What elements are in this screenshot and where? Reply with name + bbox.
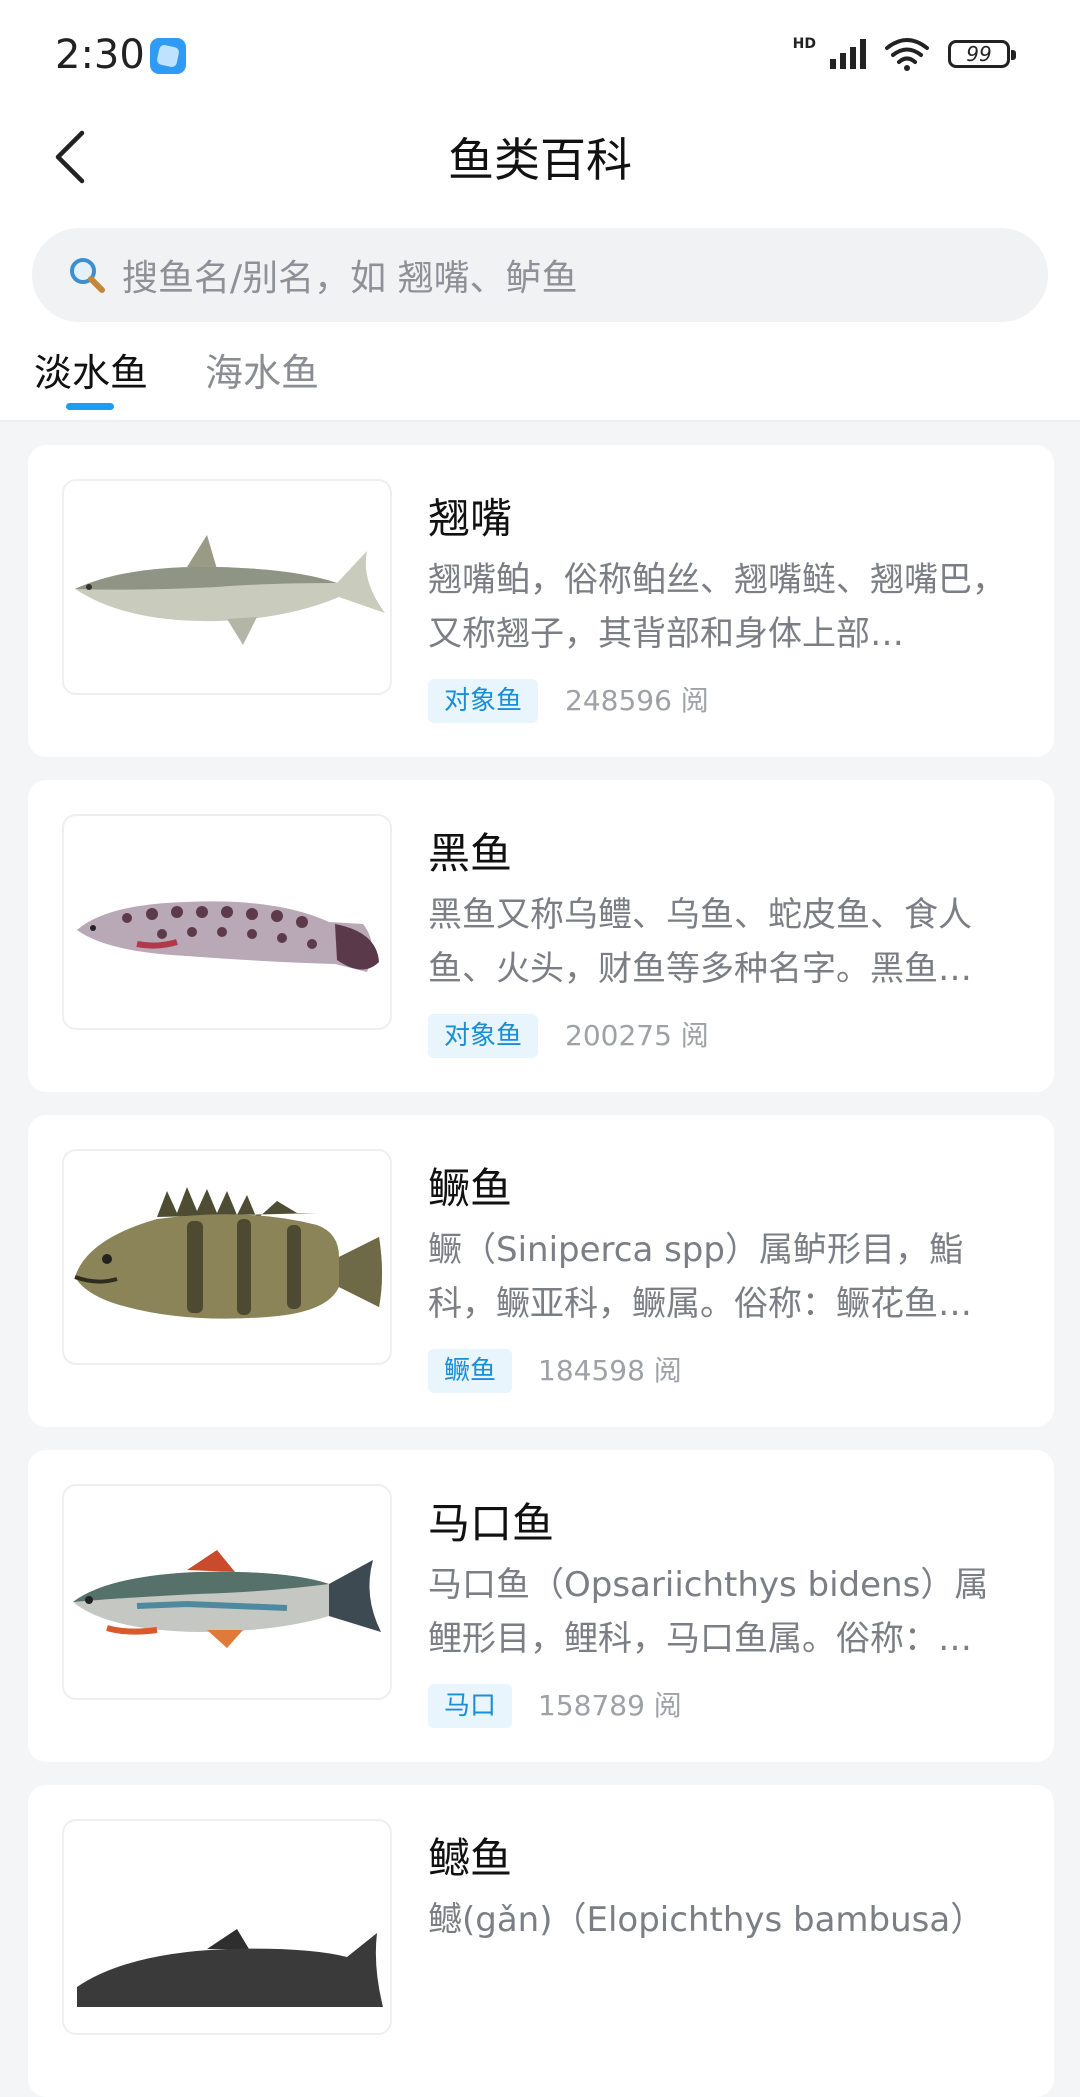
- read-count: 248596 阅: [565, 684, 709, 717]
- fish-image: [62, 1149, 392, 1365]
- status-bar: 2:30 HD 99: [0, 0, 1080, 110]
- chevron-left-icon: [55, 130, 85, 184]
- network-label: HD: [792, 36, 816, 52]
- fish-description: 鳡(gǎn)（Elopichthys bambusa）: [428, 1900, 985, 1940]
- app-header: 鱼类百科: [0, 110, 1080, 210]
- fish-name: 鳜鱼: [428, 1164, 513, 1213]
- read-count: 158789 阅: [538, 1689, 682, 1722]
- search-input[interactable]: 搜鱼名/别名，如 翘嘴、鲈鱼: [32, 228, 1048, 322]
- fish-card[interactable]: 马口鱼 马口鱼（Opsariichthys bidens）属鲤形目，鲤科，马口鱼…: [28, 1450, 1054, 1762]
- fish-description: 马口鱼（Opsariichthys bidens）属鲤形目，鲤科，马口鱼属。俗称…: [428, 1565, 989, 1659]
- divider: [0, 420, 1080, 422]
- fish-image: [62, 1819, 392, 2035]
- wifi-icon: [885, 38, 929, 71]
- fish-card[interactable]: 鳡鱼 鳡(gǎn)（Elopichthys bambusa）: [28, 1785, 1054, 2097]
- fish-card[interactable]: 鳜鱼 鳜（Siniperca spp）属鲈形目，鮨科，鳜亚科，鳜属。俗称：鳜花鱼…: [28, 1115, 1054, 1427]
- search-placeholder: 搜鱼名/别名，如 翘嘴、鲈鱼: [122, 258, 578, 299]
- search-icon: [66, 254, 108, 296]
- fish-card[interactable]: 翘嘴 翘嘴鲌，俗称鲌丝、翘嘴鲢、翘嘴巴，又称翘子，其背部和身体上部… 对象鱼 2…: [28, 445, 1054, 757]
- fish-tag: 马口: [428, 1684, 513, 1728]
- signal-icon: [830, 39, 866, 69]
- fish-image: [62, 1484, 392, 1700]
- fish-tag: 对象鱼: [428, 1014, 539, 1058]
- fish-description: 翘嘴鲌，俗称鲌丝、翘嘴鲢、翘嘴巴，又称翘子，其背部和身体上部…: [428, 560, 1006, 654]
- fish-name: 翘嘴: [428, 494, 513, 543]
- status-icons: HD 99: [792, 36, 1016, 72]
- status-time: 2:30: [55, 32, 145, 78]
- fish-description: 鳜（Siniperca spp）属鲈形目，鮨科，鳜亚科，鳜属。俗称：鳜花鱼…: [428, 1230, 972, 1324]
- tab-freshwater[interactable]: 淡水鱼: [34, 345, 148, 405]
- fish-name: 马口鱼: [428, 1499, 555, 1548]
- fish-tag: 鳜鱼: [428, 1349, 513, 1393]
- back-button[interactable]: [40, 122, 100, 192]
- category-tabs: 淡水鱼 海水鱼: [0, 345, 1080, 420]
- read-count: 200275 阅: [565, 1019, 709, 1052]
- active-tab-indicator: [66, 403, 114, 410]
- fish-name: 鳡鱼: [428, 1834, 513, 1883]
- battery-icon: 99: [948, 40, 1016, 68]
- read-count: 184598 阅: [538, 1354, 682, 1387]
- tab-saltwater[interactable]: 海水鱼: [205, 345, 319, 405]
- fish-card[interactable]: 黑鱼 黑鱼又称乌鳢、乌鱼、蛇皮鱼、食人鱼、火头，财鱼等多种名字。黑鱼… 对象鱼 …: [28, 780, 1054, 1092]
- fish-tag: 对象鱼: [428, 679, 539, 723]
- fish-name: 黑鱼: [428, 829, 513, 878]
- fish-image: [62, 814, 392, 1030]
- page-title: 鱼类百科: [448, 133, 632, 187]
- app-notification-icon: [150, 38, 186, 74]
- fish-image: [62, 479, 392, 695]
- fish-description: 黑鱼又称乌鳢、乌鱼、蛇皮鱼、食人鱼、火头，财鱼等多种名字。黑鱼…: [428, 895, 972, 989]
